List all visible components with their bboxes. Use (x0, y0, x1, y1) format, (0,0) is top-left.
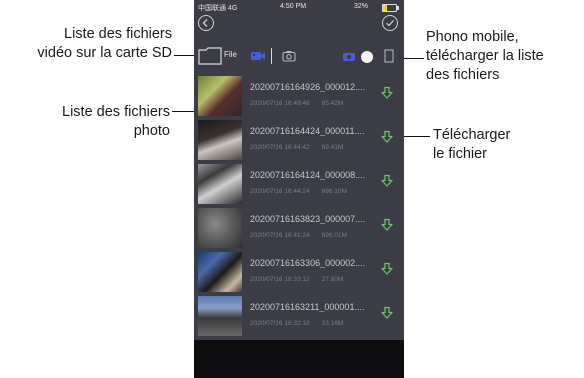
phone-camera-icon[interactable] (342, 51, 356, 62)
file-row[interactable]: 20200716164424_000011.... 2020/07/16 16:… (194, 118, 404, 164)
file-size: 27.80M (321, 276, 344, 283)
file-date: 2020/07/16 16:44:42 (250, 144, 310, 151)
status-bar: 中国联通 4G 4:50 PM 32% (194, 0, 404, 14)
tab-divider (271, 48, 272, 64)
checkmark-icon (386, 20, 394, 27)
file-date: 2020/07/16 16:49:46 (250, 100, 310, 107)
download-arrow-icon[interactable] (380, 218, 394, 232)
file-name: 20200716163211_000001.... (250, 302, 365, 312)
video-thumbnail (198, 164, 242, 204)
back-button[interactable] (198, 15, 214, 31)
file-size: 69.41M (321, 144, 344, 151)
file-date: 2020/07/16 16:44:24 (250, 188, 310, 195)
back-chevron-icon (202, 19, 208, 27)
annotation-video-list: Liste des fichiers vidéo sur la carte SD (37, 26, 172, 61)
file-size: 696.01M (321, 232, 347, 239)
file-meta: 2020/07/16 16:49:46 85.42M (250, 100, 343, 107)
video-camera-icon[interactable] (250, 50, 266, 62)
download-arrow-icon[interactable] (380, 262, 394, 276)
annotation-download-file: Télécharger le fichier (433, 127, 511, 162)
download-arrow-icon[interactable] (380, 130, 394, 144)
annotation-phone-mobile: Phono mobile, télécharger la liste des f… (426, 29, 544, 83)
phone-screen: 中国联通 4G 4:50 PM 32% File 20200716164926_… (194, 0, 404, 378)
phone-mode-toggle[interactable] (361, 51, 373, 63)
file-name: 20200716164124_000008.... (250, 170, 366, 180)
clock: 4:50 PM (280, 3, 307, 10)
file-name: 20200716164424_000011.... (250, 126, 365, 136)
file-row[interactable]: 20200716163306_000002.... 2020/07/16 16:… (194, 250, 404, 296)
battery-percent: 32% (354, 3, 369, 10)
camera-icon[interactable] (282, 50, 296, 62)
file-row[interactable]: 20200716163211_000001.... 2020/07/16 16:… (194, 294, 404, 340)
file-row[interactable]: 20200716164926_000012.... 2020/07/16 16:… (194, 74, 404, 120)
download-arrow-icon[interactable] (380, 174, 394, 188)
annotation-photo-list: Liste des fichiers photo (62, 104, 170, 139)
bottom-bar (194, 340, 404, 378)
battery-icon (382, 4, 399, 12)
file-meta: 2020/07/16 16:41:24 696.01M (250, 232, 347, 239)
file-size: 85.42M (321, 100, 344, 107)
file-date: 2020/07/16 16:32:18 (250, 320, 310, 327)
file-meta: 2020/07/16 16:32:18 33.16M (250, 320, 343, 327)
file-size: 33.16M (321, 320, 344, 327)
video-thumbnail (198, 252, 242, 292)
file-date: 2020/07/16 16:41:24 (250, 232, 310, 239)
folder-icon[interactable] (198, 47, 222, 65)
file-size: 696.10M (321, 188, 347, 195)
video-thumbnail (198, 296, 242, 336)
file-row[interactable]: 20200716164124_000008.... 2020/07/16 16:… (194, 162, 404, 208)
file-meta: 2020/07/16 16:33:12 27.80M (250, 276, 343, 283)
file-label: File (224, 50, 237, 59)
file-name: 20200716163823_000007.... (250, 214, 366, 224)
sd-card-icon[interactable] (384, 49, 394, 63)
file-date: 2020/07/16 16:33:12 (250, 276, 310, 283)
download-arrow-icon[interactable] (380, 306, 394, 320)
video-thumbnail (198, 208, 242, 248)
download-arrow-icon[interactable] (380, 86, 394, 100)
file-name: 20200716164926_000012.... (250, 82, 366, 92)
file-row[interactable]: 20200716163823_000007.... 2020/07/16 16:… (194, 206, 404, 252)
file-meta: 2020/07/16 16:44:42 69.41M (250, 144, 343, 151)
carrier-label: 中国联通 4G (198, 5, 238, 12)
file-toolbar: File (194, 44, 404, 70)
video-thumbnail (198, 76, 242, 116)
file-name: 20200716163306_000002.... (250, 258, 366, 268)
confirm-button[interactable] (382, 15, 398, 31)
file-meta: 2020/07/16 16:44:24 696.10M (250, 188, 347, 195)
video-thumbnail (198, 120, 242, 160)
